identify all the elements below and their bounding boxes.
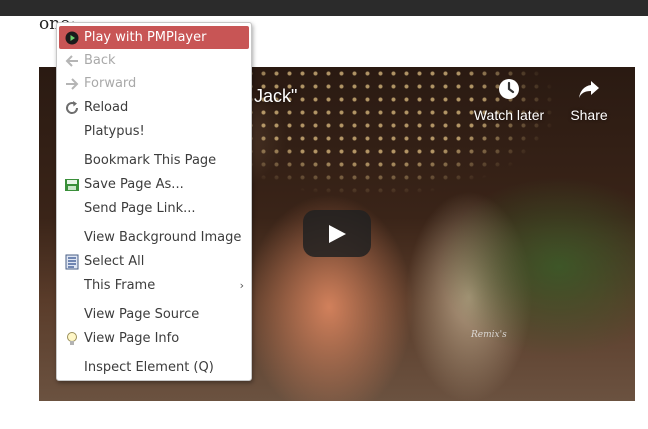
menu-item-inspect-element[interactable]: Inspect Element (Q) [59, 356, 249, 379]
menu-item-view-background-image[interactable]: View Background Image [59, 226, 249, 249]
menu-item-play-with-pmplayer[interactable]: Play with PMPlayer [59, 26, 249, 49]
menu-item-back[interactable]: Back [59, 49, 249, 72]
menu-item-view-page-source[interactable]: View Page Source [59, 303, 249, 326]
menu-item-send-page-link[interactable]: Send Page Link... [59, 197, 249, 220]
save-page-icon [65, 179, 79, 191]
pmplayer-icon [65, 31, 79, 45]
share-label: Share [570, 107, 608, 123]
submenu-chevron-right-icon: › [239, 279, 244, 292]
menu-item-platypus[interactable]: Platypus! [59, 120, 249, 143]
menu-item-this-frame[interactable]: This Frame › [59, 274, 249, 297]
share-arrow-icon [579, 81, 599, 98]
play-icon [329, 225, 346, 243]
menu-item-view-page-info[interactable]: View Page Info [59, 327, 249, 350]
menu-item-forward[interactable]: Forward [59, 72, 249, 95]
lightbulb-icon [67, 332, 77, 345]
browser-top-bar [0, 0, 648, 16]
menu-item-select-all[interactable]: Select All [59, 250, 249, 273]
menu-item-reload[interactable]: Reload [59, 96, 249, 119]
watch-later-button[interactable]: Watch later [472, 77, 546, 123]
clock-icon [499, 79, 519, 99]
forward-arrow-icon [66, 78, 79, 90]
select-all-icon [65, 254, 79, 270]
reload-icon [66, 101, 79, 114]
back-arrow-icon [65, 55, 78, 67]
share-button[interactable]: Share [567, 77, 611, 123]
menu-item-bookmark-this-page[interactable]: Bookmark This Page [59, 149, 249, 172]
menu-item-save-page-as[interactable]: Save Page As... [59, 173, 249, 196]
context-menu: Play with PMPlayer Back Forward Reload P… [56, 22, 252, 381]
play-button[interactable] [303, 210, 371, 257]
watch-later-label: Watch later [473, 107, 545, 123]
video-watermark: Remix's [471, 330, 507, 340]
